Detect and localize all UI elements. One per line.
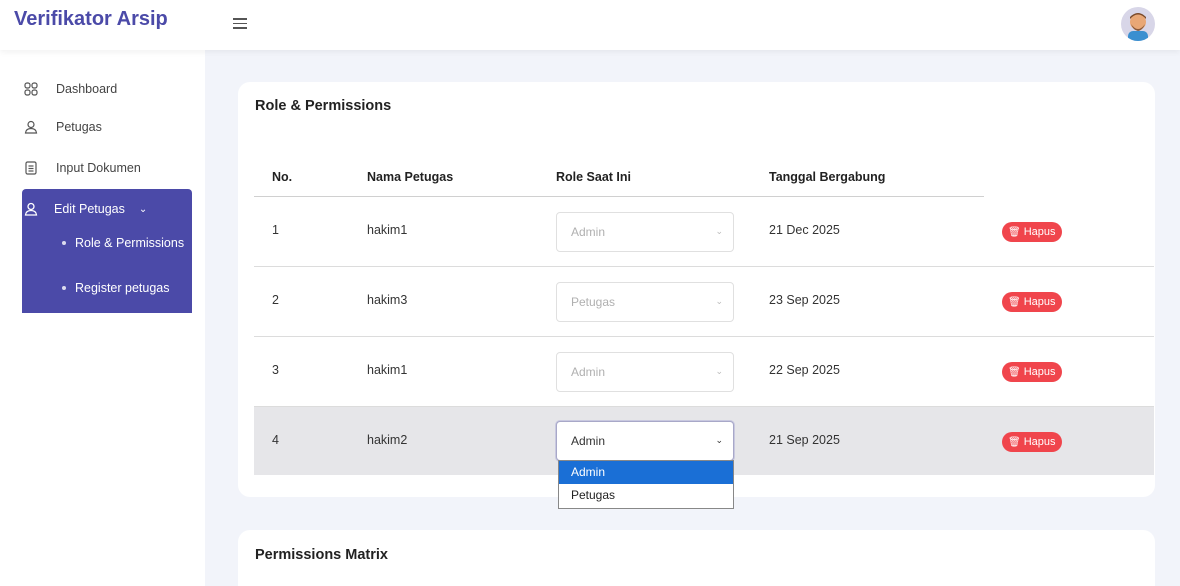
trash-icon: 🗑: [1008, 366, 1021, 378]
sidebar-item-label: Edit Petugas: [54, 202, 125, 216]
row-name: hakim1: [367, 363, 408, 377]
table-row: 2 hakim3 Petugas ⌄ 23 Sep 2025 🗑 Hapus: [254, 267, 1154, 337]
delete-button-label: Hapus: [1023, 366, 1056, 378]
sidebar-subitem-label: Role & Permissions: [75, 236, 185, 250]
sidebar-item-edit-petugas[interactable]: Edit Petugas ⌄: [22, 197, 147, 221]
delete-button[interactable]: 🗑 Hapus: [1002, 292, 1062, 312]
delete-button[interactable]: 🗑 Hapus: [1002, 222, 1062, 242]
role-select-value: Petugas: [571, 295, 616, 309]
chevron-down-icon: ⌄: [715, 366, 723, 376]
column-header-role: Role Saat Ini: [556, 170, 632, 184]
row-name: hakim3: [367, 293, 408, 307]
user-icon: [22, 118, 40, 136]
delete-button-label: Hapus: [1023, 436, 1056, 448]
chevron-down-icon[interactable]: ⌄: [139, 204, 147, 215]
sidebar-item-label: Input Dokumen: [56, 161, 141, 175]
role-select[interactable]: Admin ⌄: [556, 352, 734, 392]
sidebar-subitem-role-permissions[interactable]: Role & Permissions: [62, 236, 184, 250]
column-header-tanggal: Tanggal Bergabung: [769, 170, 886, 184]
hamburger-menu-icon[interactable]: [233, 18, 247, 30]
sidebar-item-label: Dashboard: [56, 82, 118, 96]
trash-icon: 🗑: [1008, 296, 1021, 308]
app-title[interactable]: Verifikator Arsip: [14, 8, 168, 31]
dropdown-option-admin[interactable]: Admin: [559, 461, 733, 484]
delete-button-label: Hapus: [1023, 226, 1056, 238]
role-permissions-card: Role & Permissions No. Nama Petugas Role…: [238, 82, 1155, 497]
sidebar-subitem-label: Register petugas: [75, 281, 170, 295]
card-title: Role & Permissions: [255, 98, 392, 114]
delete-button[interactable]: 🗑 Hapus: [1002, 362, 1062, 382]
row-date: 22 Sep 2025: [769, 363, 840, 377]
role-dropdown-list: Admin Petugas: [558, 460, 734, 509]
grid-icon: [22, 80, 40, 98]
sidebar-item-dashboard[interactable]: Dashboard: [22, 77, 117, 101]
row-number: 3: [272, 363, 279, 377]
sidebar: Dashboard Petugas Input Dokumen Edit Pet…: [0, 50, 205, 586]
role-select[interactable]: Admin ⌄: [556, 212, 734, 252]
column-header-nama: Nama Petugas: [367, 170, 454, 184]
row-number: 4: [272, 433, 279, 447]
column-header-no: No.: [272, 170, 293, 184]
row-date: 21 Sep 2025: [769, 433, 840, 447]
row-date: 21 Dec 2025: [769, 223, 840, 237]
role-select-value: Admin: [571, 434, 606, 448]
row-number: 1: [272, 223, 279, 237]
document-icon: [22, 159, 40, 177]
card-title: Permissions Matrix: [255, 547, 388, 563]
bullet-icon: [62, 286, 66, 290]
delete-button-label: Hapus: [1023, 296, 1056, 308]
trash-icon: 🗑: [1008, 226, 1021, 238]
dropdown-option-petugas[interactable]: Petugas: [559, 484, 733, 507]
delete-button[interactable]: 🗑 Hapus: [1002, 432, 1062, 452]
sidebar-group-edit-petugas: Edit Petugas ⌄ Role & Permissions Regist…: [22, 189, 192, 313]
row-date: 23 Sep 2025: [769, 293, 840, 307]
chevron-down-icon: ⌄: [715, 435, 723, 445]
sidebar-item-input-dokumen[interactable]: Input Dokumen: [22, 156, 141, 180]
top-header: Verifikator Arsip: [0, 0, 1180, 50]
avatar[interactable]: [1121, 7, 1155, 41]
trash-icon: 🗑: [1008, 436, 1021, 448]
chevron-down-icon: ⌄: [715, 296, 723, 306]
row-name: hakim1: [367, 223, 408, 237]
chevron-down-icon: ⌄: [715, 226, 723, 236]
role-select[interactable]: Admin ⌄: [556, 421, 734, 461]
table-row: 3 hakim1 Admin ⌄ 22 Sep 2025 🗑 Hapus: [254, 337, 1154, 407]
bullet-icon: [62, 241, 66, 245]
row-name: hakim2: [367, 433, 408, 447]
user-icon: [22, 200, 40, 218]
table-row: 1 hakim1 Admin ⌄ 21 Dec 2025 🗑 Hapus: [254, 197, 1154, 267]
sidebar-item-label: Petugas: [56, 120, 102, 134]
role-select[interactable]: Petugas ⌄: [556, 282, 734, 322]
role-select-value: Admin: [571, 225, 606, 239]
role-select-value: Admin: [571, 365, 606, 379]
row-number: 2: [272, 293, 279, 307]
permissions-matrix-card: Permissions Matrix: [238, 530, 1155, 586]
sidebar-subitem-register-petugas[interactable]: Register petugas: [62, 281, 170, 295]
sidebar-item-petugas[interactable]: Petugas: [22, 115, 102, 139]
